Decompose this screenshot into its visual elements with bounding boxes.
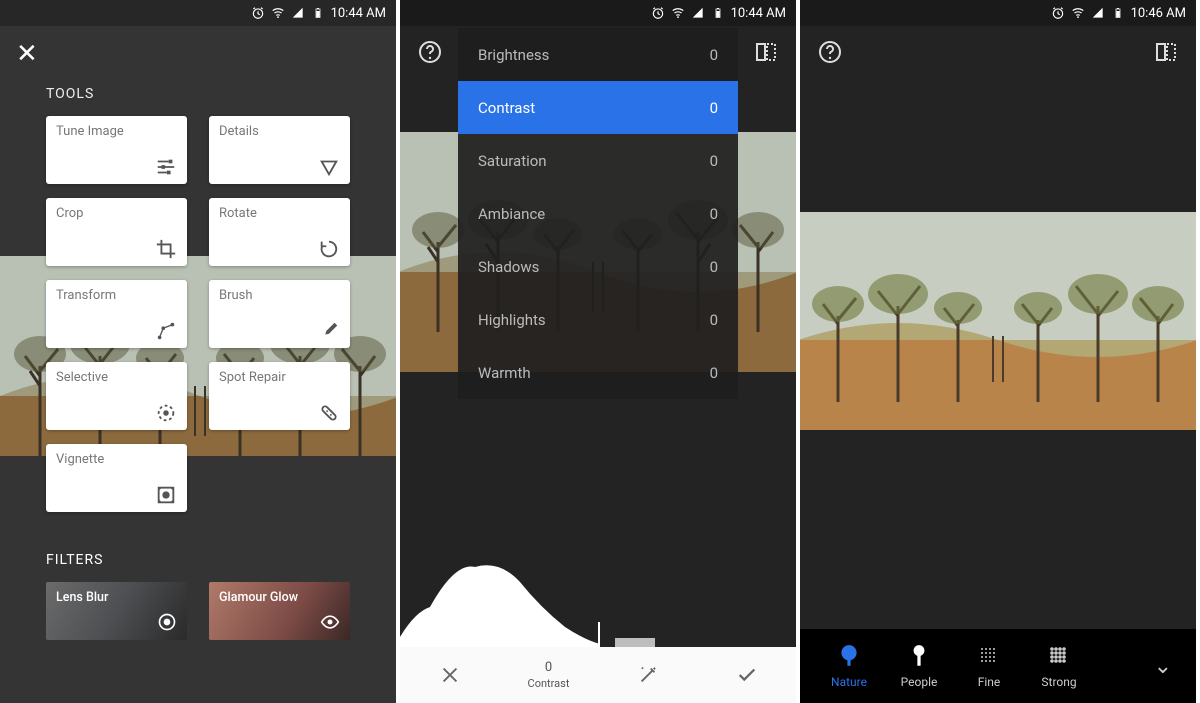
compare-button[interactable] bbox=[1154, 40, 1178, 68]
vignette-icon bbox=[155, 484, 177, 506]
person-icon bbox=[906, 643, 932, 669]
adjustment-saturation[interactable]: Saturation 0 bbox=[458, 134, 738, 187]
wifi-icon bbox=[671, 6, 685, 20]
status-bar: 10:44 AM bbox=[400, 0, 796, 26]
filter-lens-blur[interactable]: Lens Blur bbox=[46, 582, 187, 640]
screen-tune-image: 10:44 AM Brightness 0 Contrast 0 Saturat… bbox=[400, 0, 796, 703]
preset-people[interactable]: People bbox=[884, 643, 954, 689]
dots-strong-icon bbox=[1046, 643, 1072, 669]
auto-button[interactable] bbox=[598, 647, 697, 703]
screen-tools: 10:44 AM ✕ TOOLS Tune Image Details Crop… bbox=[0, 0, 396, 703]
signal-icon bbox=[1091, 6, 1105, 20]
crop-icon bbox=[155, 238, 177, 260]
preset-strong[interactable]: Strong bbox=[1024, 643, 1094, 689]
bandage-icon bbox=[318, 402, 340, 424]
preset-fine[interactable]: Fine bbox=[954, 643, 1024, 689]
battery-icon bbox=[1111, 6, 1125, 20]
cancel-button[interactable] bbox=[400, 647, 499, 703]
status-bar: 10:46 AM bbox=[800, 0, 1196, 26]
sliders-icon bbox=[155, 156, 177, 178]
eye-icon bbox=[320, 612, 340, 632]
screen-presets: 10:46 AM Nature People Fine bbox=[800, 0, 1196, 703]
adjustment-list[interactable]: Brightness 0 Contrast 0 Saturation 0 Amb… bbox=[458, 28, 738, 399]
battery-icon bbox=[711, 6, 725, 20]
help-button[interactable] bbox=[418, 40, 442, 68]
aperture-icon bbox=[157, 612, 177, 632]
preset-bar: Nature People Fine bbox=[800, 629, 1196, 703]
tool-vignette[interactable]: Vignette bbox=[46, 444, 187, 512]
brush-icon bbox=[318, 320, 340, 342]
adjustment-warmth[interactable]: Warmth 0 bbox=[458, 346, 738, 399]
toolbar bbox=[800, 26, 1196, 82]
alarm-icon bbox=[251, 6, 265, 20]
status-bar: 10:44 AM bbox=[0, 0, 396, 26]
filter-glamour-glow[interactable]: Glamour Glow bbox=[209, 582, 350, 640]
tool-grid: Tune Image Details Crop Rotate Transform… bbox=[0, 116, 396, 512]
apply-button[interactable] bbox=[697, 647, 796, 703]
tool-spot-repair[interactable]: Spot Repair bbox=[209, 362, 350, 430]
tools-heading: TOOLS bbox=[0, 82, 396, 116]
tool-transform[interactable]: Transform bbox=[46, 280, 187, 348]
compare-button[interactable] bbox=[754, 40, 778, 68]
wifi-icon bbox=[271, 6, 285, 20]
dots-fine-icon bbox=[976, 643, 1002, 669]
triangle-down-icon bbox=[318, 156, 340, 178]
help-button[interactable] bbox=[818, 40, 842, 68]
tool-details[interactable]: Details bbox=[209, 116, 350, 184]
filter-row: Lens Blur Glamour Glow bbox=[0, 582, 396, 640]
status-time: 10:44 AM bbox=[331, 6, 386, 21]
tool-tune-image[interactable]: Tune Image bbox=[46, 116, 187, 184]
collapse-button[interactable]: ⌄ bbox=[1144, 654, 1182, 679]
image-canvas[interactable] bbox=[800, 212, 1196, 430]
tool-brush[interactable]: Brush bbox=[209, 280, 350, 348]
tool-selective[interactable]: Selective bbox=[46, 362, 187, 430]
adjustment-ambiance[interactable]: Ambiance 0 bbox=[458, 187, 738, 240]
alarm-icon bbox=[651, 6, 665, 20]
alarm-icon bbox=[1051, 6, 1065, 20]
image-canvas[interactable]: Brightness 0 Contrast 0 Saturation 0 Amb… bbox=[400, 132, 796, 372]
edited-image bbox=[800, 212, 1196, 430]
signal-icon bbox=[291, 6, 305, 20]
status-time: 10:46 AM bbox=[1131, 6, 1186, 21]
battery-icon bbox=[311, 6, 325, 20]
preset-nature[interactable]: Nature bbox=[814, 643, 884, 689]
selective-icon bbox=[155, 402, 177, 424]
filters-heading: FILTERS bbox=[0, 512, 396, 582]
wifi-icon bbox=[1071, 6, 1085, 20]
adjustment-brightness[interactable]: Brightness 0 bbox=[458, 28, 738, 81]
rotate-icon bbox=[318, 238, 340, 260]
status-time: 10:44 AM bbox=[731, 6, 786, 21]
adjustment-highlights[interactable]: Highlights 0 bbox=[458, 293, 738, 346]
signal-icon bbox=[691, 6, 705, 20]
tool-rotate[interactable]: Rotate bbox=[209, 198, 350, 266]
close-button[interactable]: ✕ bbox=[16, 41, 38, 67]
adjustment-shadows[interactable]: Shadows 0 bbox=[458, 240, 738, 293]
tree-icon bbox=[836, 643, 862, 669]
bottom-bar: 0 Contrast bbox=[400, 647, 796, 703]
current-adjustment[interactable]: 0 Contrast bbox=[499, 647, 598, 703]
transform-icon bbox=[155, 320, 177, 342]
histogram bbox=[400, 552, 796, 647]
adjustment-contrast[interactable]: Contrast 0 bbox=[458, 81, 738, 134]
toolbar: ✕ bbox=[0, 26, 396, 82]
tool-crop[interactable]: Crop bbox=[46, 198, 187, 266]
